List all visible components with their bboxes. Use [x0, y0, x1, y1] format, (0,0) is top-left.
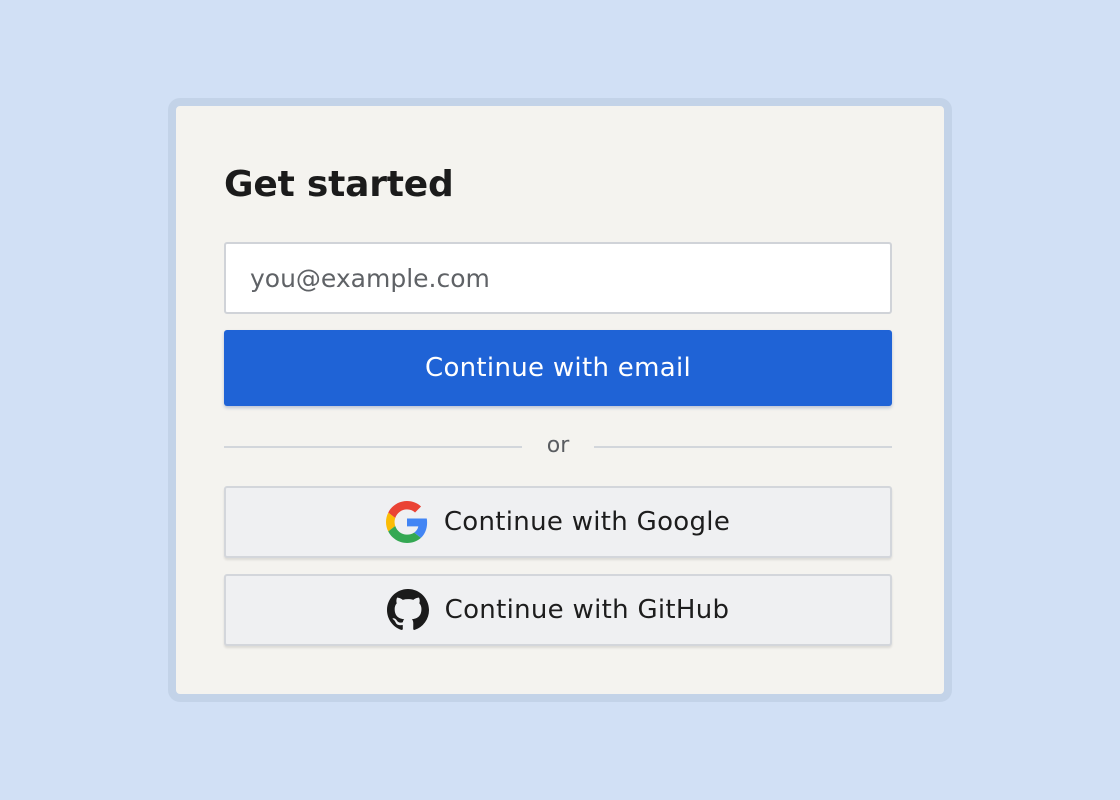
page-title: Get started	[224, 164, 454, 205]
signup-card: Get started Continue with email or Conti…	[168, 98, 952, 702]
github-icon	[386, 589, 429, 631]
google-icon	[385, 501, 428, 543]
continue-with-github-button[interactable]: Continue with GitHub	[224, 574, 892, 646]
or-divider: or	[224, 432, 892, 462]
divider-line-right	[594, 446, 892, 448]
email-field[interactable]	[224, 242, 892, 314]
github-button-label: Continue with GitHub	[444, 595, 730, 625]
continue-with-email-button[interactable]: Continue with email	[224, 330, 892, 406]
continue-with-google-button[interactable]: Continue with Google	[224, 486, 892, 558]
google-button-label: Continue with Google	[443, 507, 731, 537]
